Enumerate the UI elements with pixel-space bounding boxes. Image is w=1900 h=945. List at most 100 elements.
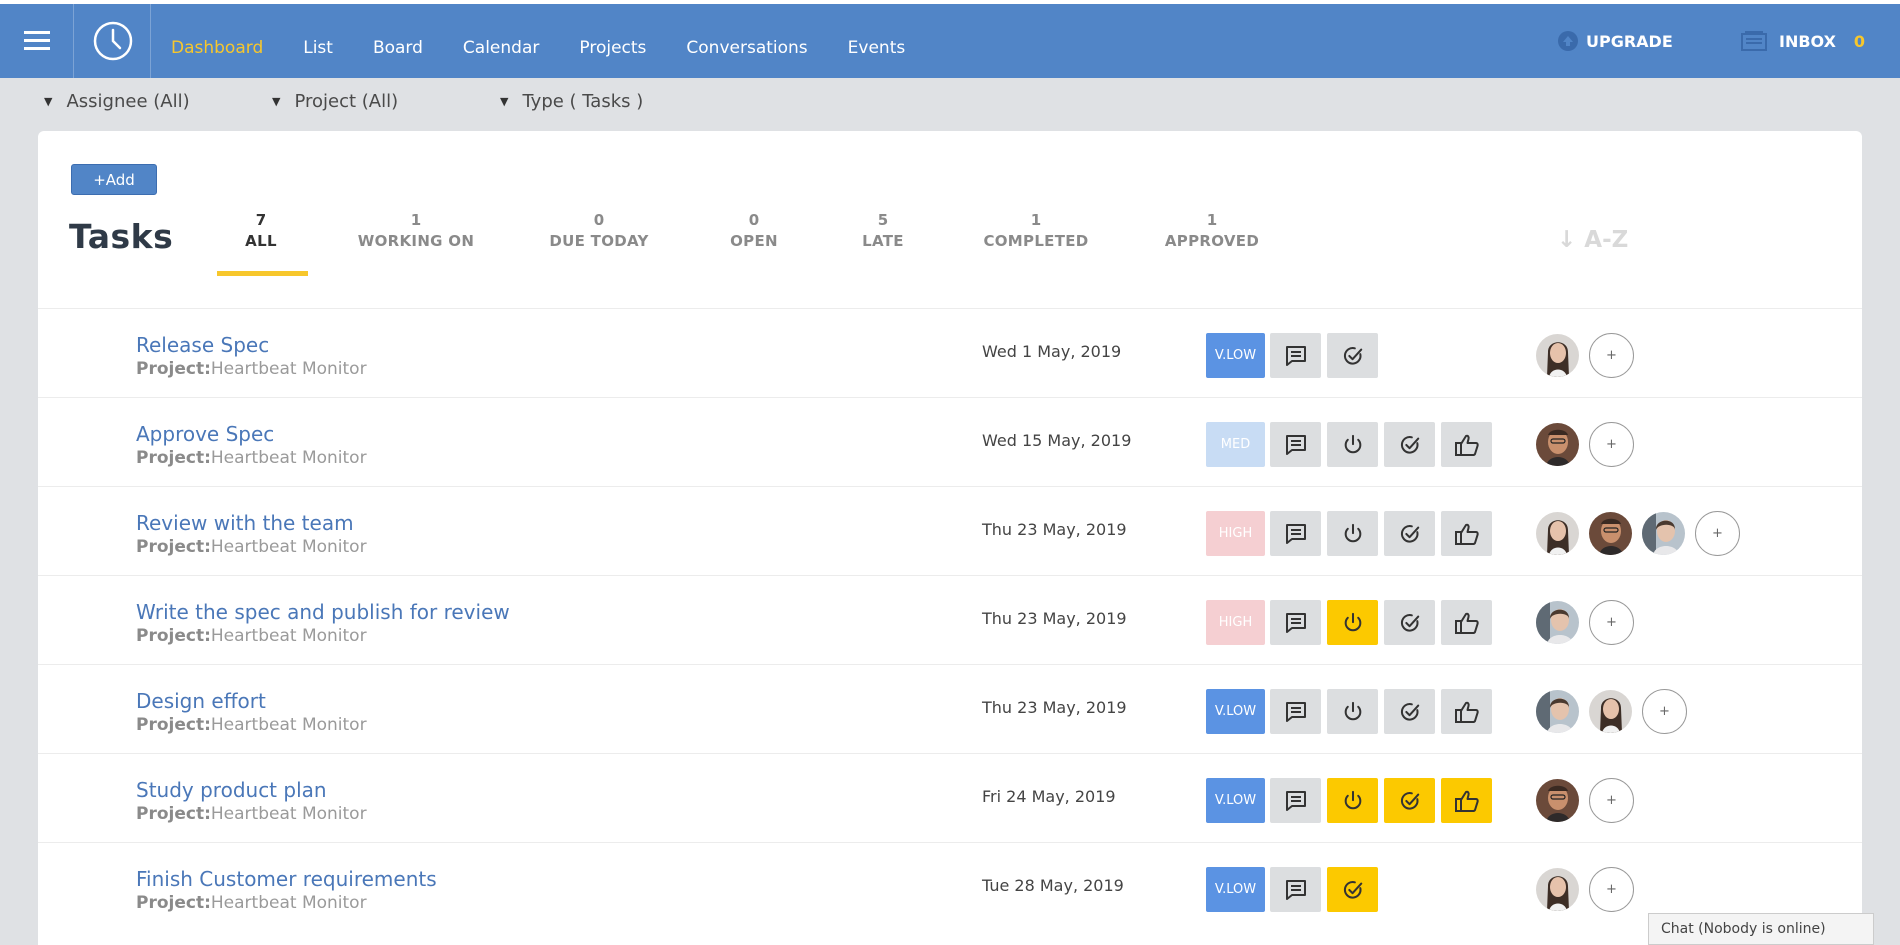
- task-name-link[interactable]: Study product plan: [136, 778, 327, 802]
- sort-az-button[interactable]: ↓ A-Z: [1557, 227, 1628, 253]
- assignee-filter-dropdown[interactable]: ▼ Assignee (All): [44, 78, 190, 124]
- power-icon: [1342, 434, 1364, 456]
- priority-badge[interactable]: V.LOW: [1206, 867, 1265, 912]
- thumbs-up-icon: [1454, 789, 1480, 813]
- task-name-link[interactable]: Review with the team: [136, 511, 354, 535]
- assignee-avatar[interactable]: [1536, 334, 1579, 377]
- nav-item-events[interactable]: Events: [828, 38, 926, 58]
- tab-count: 5: [877, 211, 889, 229]
- type-filter-label: Type ( Tasks ): [522, 90, 644, 112]
- start-working-button[interactable]: [1327, 511, 1378, 556]
- add-assignee-button[interactable]: +: [1589, 422, 1634, 467]
- nav-item-projects[interactable]: Projects: [559, 38, 666, 58]
- complete-button[interactable]: [1384, 778, 1435, 823]
- add-assignee-button[interactable]: +: [1642, 689, 1687, 734]
- priority-badge[interactable]: V.LOW: [1206, 689, 1265, 734]
- tab-completed[interactable]: 1 COMPLETED: [956, 211, 1116, 250]
- assignee-avatar[interactable]: [1536, 690, 1579, 733]
- complete-button[interactable]: [1384, 600, 1435, 645]
- tab-count: 0: [593, 211, 605, 229]
- task-row: Design effort Project:Heartbeat Monitor Th…: [38, 665, 1862, 754]
- nav-item-board[interactable]: Board: [353, 38, 443, 58]
- upgrade-button[interactable]: UPGRADE: [1558, 4, 1673, 78]
- caret-down-icon: ▼: [500, 94, 509, 108]
- task-due-date: Thu 23 May, 2019: [982, 520, 1127, 539]
- approve-button[interactable]: [1441, 600, 1492, 645]
- nav-item-conversations[interactable]: Conversations: [666, 38, 827, 58]
- task-name-link[interactable]: Design effort: [136, 689, 266, 713]
- tab-label: ALL: [245, 232, 277, 250]
- power-icon: [1342, 612, 1364, 634]
- priority-badge[interactable]: HIGH: [1206, 600, 1265, 645]
- project-name: Heartbeat Monitor: [210, 537, 367, 557]
- start-working-button[interactable]: [1327, 422, 1378, 467]
- hamburger-icon: [23, 31, 50, 50]
- nav-item-dashboard[interactable]: Dashboard: [151, 38, 283, 58]
- start-working-button[interactable]: [1327, 778, 1378, 823]
- chat-widget[interactable]: Chat (Nobody is online): [1648, 913, 1874, 945]
- assignee-avatar[interactable]: [1536, 512, 1579, 555]
- task-name-link[interactable]: Approve Spec: [136, 422, 274, 446]
- task-name-link[interactable]: Write the spec and publish for review: [136, 600, 510, 624]
- start-working-button[interactable]: [1327, 689, 1378, 734]
- start-working-button[interactable]: [1327, 600, 1378, 645]
- assignee-avatar[interactable]: [1642, 512, 1685, 555]
- task-project: Project:Heartbeat Monitor: [136, 359, 367, 379]
- priority-badge[interactable]: MED: [1206, 422, 1265, 467]
- comment-button[interactable]: [1270, 867, 1321, 912]
- tab-late[interactable]: 5 LATE: [803, 211, 963, 250]
- inbox-button[interactable]: INBOX 0: [1741, 4, 1865, 78]
- comment-button[interactable]: [1270, 778, 1321, 823]
- add-assignee-button[interactable]: +: [1589, 778, 1634, 823]
- approve-button[interactable]: [1441, 422, 1492, 467]
- add-assignee-button[interactable]: +: [1695, 511, 1740, 556]
- complete-button[interactable]: [1327, 867, 1378, 912]
- project-prefix: Project:: [136, 448, 211, 468]
- top-navigation-bar: Dashboard List Board Calendar Projects Conver…: [0, 0, 1900, 78]
- tab-due-today[interactable]: 0 DUE TODAY: [519, 211, 679, 250]
- task-row: Write the spec and publish for review Pro…: [38, 576, 1862, 665]
- clock-logo[interactable]: [75, 4, 151, 78]
- nav-item-calendar[interactable]: Calendar: [443, 38, 559, 58]
- comment-button[interactable]: [1270, 689, 1321, 734]
- complete-button[interactable]: [1384, 689, 1435, 734]
- task-name-link[interactable]: Release Spec: [136, 333, 269, 357]
- comment-button[interactable]: [1270, 511, 1321, 556]
- assignee-avatar[interactable]: [1536, 601, 1579, 644]
- comment-icon: [1284, 611, 1308, 635]
- assignee-avatar[interactable]: [1536, 779, 1579, 822]
- project-filter-dropdown[interactable]: ▼ Project (All): [272, 78, 398, 124]
- priority-badge[interactable]: V.LOW: [1206, 778, 1265, 823]
- tab-all[interactable]: 7 ALL: [181, 211, 341, 250]
- hamburger-menu-button[interactable]: [0, 4, 74, 78]
- comment-icon: [1284, 789, 1308, 813]
- task-due-date: Fri 24 May, 2019: [982, 787, 1116, 806]
- assignee-avatar[interactable]: [1589, 690, 1632, 733]
- approve-button[interactable]: [1441, 689, 1492, 734]
- add-assignee-button[interactable]: +: [1589, 600, 1634, 645]
- thumbs-up-icon: [1454, 433, 1480, 457]
- assignee-avatar[interactable]: [1589, 512, 1632, 555]
- complete-button[interactable]: [1384, 422, 1435, 467]
- tab-approved[interactable]: 1 APPROVED: [1132, 211, 1292, 250]
- add-assignee-button[interactable]: +: [1589, 867, 1634, 912]
- comment-button[interactable]: [1270, 422, 1321, 467]
- comment-button[interactable]: [1270, 600, 1321, 645]
- complete-button[interactable]: [1327, 333, 1378, 378]
- approve-button[interactable]: [1441, 778, 1492, 823]
- assignee-avatar[interactable]: [1536, 423, 1579, 466]
- type-filter-dropdown[interactable]: ▼ Type ( Tasks ): [500, 78, 643, 124]
- nav-item-list[interactable]: List: [283, 38, 353, 58]
- power-icon: [1342, 523, 1364, 545]
- add-assignee-button[interactable]: +: [1589, 333, 1634, 378]
- approve-button[interactable]: [1441, 511, 1492, 556]
- comment-button[interactable]: [1270, 333, 1321, 378]
- add-task-button[interactable]: +Add: [71, 164, 157, 195]
- priority-badge[interactable]: HIGH: [1206, 511, 1265, 556]
- sort-label: ↓ A-Z: [1557, 227, 1629, 253]
- complete-button[interactable]: [1384, 511, 1435, 556]
- tab-working-on[interactable]: 1 WORKING ON: [336, 211, 496, 250]
- task-name-link[interactable]: Finish Customer requirements: [136, 867, 437, 891]
- assignee-avatar[interactable]: [1536, 868, 1579, 911]
- priority-badge[interactable]: V.LOW: [1206, 333, 1265, 378]
